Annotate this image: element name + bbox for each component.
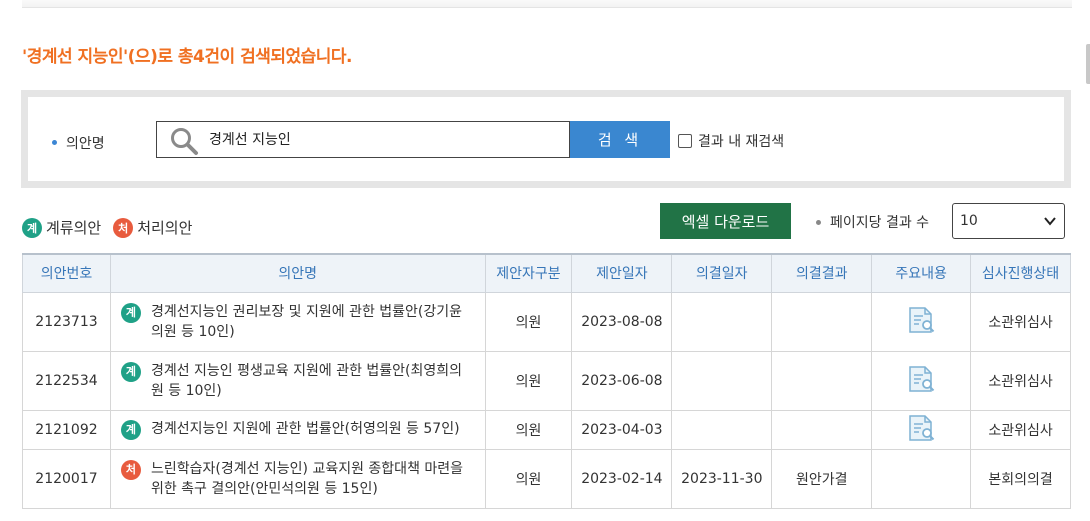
bill-no: 2123713	[22, 291, 111, 352]
bullet-icon	[52, 139, 57, 145]
col-decided-date[interactable]: 의결일자	[671, 253, 773, 293]
proposed-date: 2023-06-08	[571, 350, 673, 411]
review-status: 소관위심사	[970, 350, 1071, 411]
recheck-label: 결과 내 재검색	[698, 134, 785, 150]
per-page-label: 페이지당 결과 수	[816, 212, 929, 232]
search-panel: 의안명 검 색 결과 내 재검색	[21, 90, 1071, 188]
main-content-cell	[871, 448, 972, 509]
search-button[interactable]: 검 색	[570, 121, 670, 158]
col-review-status[interactable]: 심사진행상태	[970, 253, 1071, 293]
pending-badge-icon: 계	[22, 217, 42, 238]
search-icon	[171, 128, 198, 155]
table-row: 2123713 계 경계선지능인 권리보장 및 지원에 관한 법률안(강기윤의원…	[22, 291, 1071, 352]
bullet-icon	[816, 219, 821, 225]
excel-download-button[interactable]: 엑셀 다운로드	[660, 203, 791, 239]
decision-result	[771, 409, 873, 450]
pending-badge-icon: 계	[120, 420, 141, 440]
search-result-message: '경계선 지능인'(으)로 총4건이 검색되었습니다.	[22, 47, 353, 67]
col-bill-no[interactable]: 의안번호	[22, 253, 111, 293]
proposer-type: 의원	[484, 291, 573, 352]
decided-date	[671, 409, 773, 450]
decision-result: 원안가결	[771, 448, 873, 509]
processed-badge-icon: 처	[113, 217, 134, 238]
status-legend: 계 계류의안 처 처리의안	[22, 217, 204, 238]
recheck-checkbox[interactable]	[678, 134, 692, 148]
top-strip	[22, 0, 1072, 8]
review-status: 본회의의결	[970, 448, 1071, 509]
table-header-row: 의안번호 의안명 제안자구분 제안일자 의결일자 의결결과 주요내용 심사진행상…	[22, 253, 1071, 293]
bill-title-link[interactable]: 느린학습자(경계선 지능인) 교육지원 종합대책 마련을 위한 촉구 결의안(안…	[151, 459, 475, 499]
bill-name-label: 의안명	[52, 133, 105, 153]
col-proposer-type[interactable]: 제안자구분	[484, 253, 573, 293]
table-row: 2122534 계 경계선 지능인 평생교육 지원에 관한 법률안(최영희의원 …	[22, 350, 1071, 411]
proposer-type: 의원	[484, 409, 573, 450]
proposed-date: 2023-04-03	[571, 409, 673, 450]
bill-results-table: 의안번호 의안명 제안자구분 제안일자 의결일자 의결결과 주요내용 심사진행상…	[22, 253, 1071, 509]
page-side-tab[interactable]	[1086, 44, 1090, 84]
chevron-down-icon	[1044, 217, 1056, 226]
bill-no: 2120017	[22, 448, 111, 509]
pending-badge-icon: 계	[120, 302, 141, 323]
table-row: 2120017 처 느린학습자(경계선 지능인) 교육지원 종합대책 마련을 위…	[22, 448, 1071, 509]
recheck-option[interactable]: 결과 내 재검색	[678, 131, 784, 151]
proposer-type: 의원	[484, 350, 573, 411]
decided-date	[671, 291, 773, 352]
bill-no: 2121092	[22, 409, 111, 450]
bill-no: 2122534	[22, 350, 111, 411]
per-page-select[interactable]: 10	[952, 203, 1065, 239]
bill-title-cell: 계 경계선 지능인 평생교육 지원에 관한 법률안(최영희의원 등 10인)	[109, 350, 486, 411]
document-search-icon[interactable]	[905, 363, 937, 395]
proposer-type: 의원	[484, 448, 573, 509]
proposed-date: 2023-08-08	[571, 291, 673, 352]
processed-badge-icon: 처	[120, 459, 141, 480]
main-content-cell	[871, 409, 972, 450]
bill-title-link[interactable]: 경계선 지능인 평생교육 지원에 관한 법률안(최영희의원 등 10인)	[151, 361, 475, 401]
col-proposed-date[interactable]: 제안일자	[571, 253, 673, 293]
document-search-icon[interactable]	[905, 412, 937, 444]
col-decision-result[interactable]: 의결결과	[771, 253, 873, 293]
legend-processed: 처 처리의안	[113, 217, 192, 238]
table-row: 2121092 계 경계선지능인 지원에 관한 법률안(허영의원 등 57인) …	[22, 409, 1071, 450]
main-content-cell	[871, 350, 972, 411]
legend-processed-label: 처리의안	[137, 219, 193, 237]
pending-badge-icon: 계	[120, 361, 141, 382]
bill-title-cell: 계 경계선지능인 지원에 관한 법률안(허영의원 등 57인)	[109, 409, 486, 450]
bill-title-link[interactable]: 경계선지능인 지원에 관한 법률안(허영의원 등 57인)	[151, 419, 460, 439]
review-status: 소관위심사	[970, 409, 1071, 450]
bill-title-link[interactable]: 경계선지능인 권리보장 및 지원에 관한 법률안(강기윤의원 등 10인)	[151, 302, 475, 342]
search-panel-inner: 의안명 검 색 결과 내 재검색	[28, 97, 1064, 181]
bill-name-label-text: 의안명	[66, 136, 105, 152]
legend-pending: 계 계류의안	[22, 217, 101, 238]
decision-result	[771, 350, 873, 411]
decided-date	[671, 350, 773, 411]
decision-result	[771, 291, 873, 352]
document-search-icon[interactable]	[905, 304, 937, 336]
col-main-content[interactable]: 주요내용	[871, 253, 972, 293]
search-field[interactable]	[156, 121, 570, 158]
per-page-value: 10	[960, 213, 978, 229]
per-page-label-text: 페이지당 결과 수	[830, 215, 930, 231]
col-bill-name[interactable]: 의안명	[109, 253, 486, 293]
proposed-date: 2023-02-14	[571, 448, 673, 509]
search-input[interactable]	[209, 131, 549, 147]
decided-date: 2023-11-30	[671, 448, 773, 509]
review-status: 소관위심사	[970, 291, 1071, 352]
main-content-cell	[871, 291, 972, 352]
legend-pending-label: 계류의안	[46, 219, 102, 237]
bill-title-cell: 처 느린학습자(경계선 지능인) 교육지원 종합대책 마련을 위한 촉구 결의안…	[109, 448, 486, 509]
bill-title-cell: 계 경계선지능인 권리보장 및 지원에 관한 법률안(강기윤의원 등 10인)	[109, 291, 486, 352]
